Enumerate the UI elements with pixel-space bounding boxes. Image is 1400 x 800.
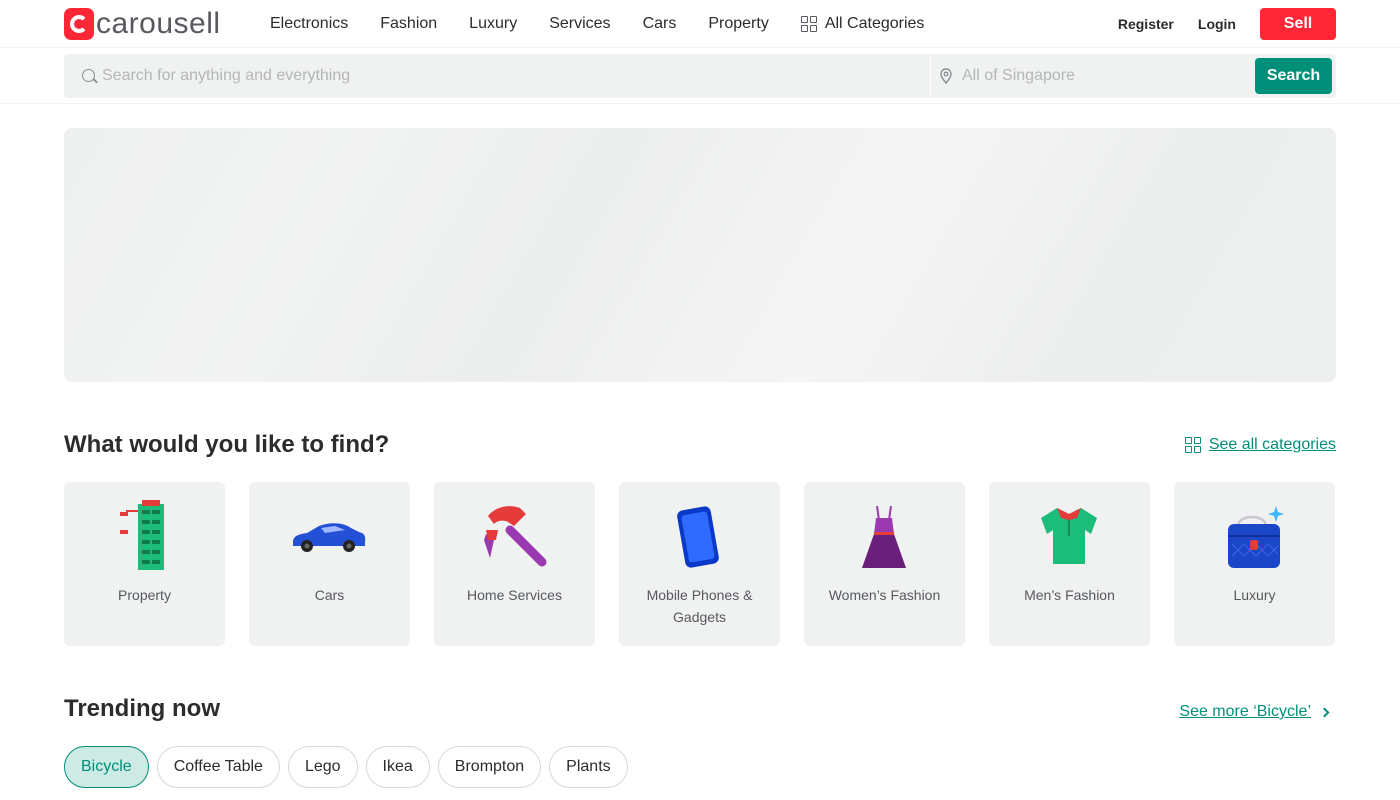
trending-chip-ikea[interactable]: Ikea <box>365 746 430 788</box>
trending-title: Trending now <box>64 695 220 722</box>
logo-mark-icon <box>64 8 94 40</box>
category-card-home-services[interactable]: Home Services <box>434 482 595 646</box>
category-card-luxury[interactable]: Luxury <box>1174 482 1335 646</box>
dress-icon <box>862 505 906 568</box>
chevron-right-icon <box>1319 707 1330 717</box>
shirt-icon <box>1041 508 1097 564</box>
trending-chip-bicycle[interactable]: Bicycle <box>64 746 149 788</box>
category-label: Mobile Phones & Gadgets <box>646 587 753 625</box>
category-card-mobile-phones[interactable]: Mobile Phones & Gadgets <box>619 482 780 646</box>
categories-title: What would you like to find? <box>64 431 390 458</box>
see-more-label: See more ‘Bicycle’ <box>1179 703 1311 720</box>
nav-item-luxury[interactable]: Luxury <box>469 15 517 33</box>
category-card-property[interactable]: Property <box>64 482 225 646</box>
category-label: Home Services <box>467 587 562 603</box>
grid-icon <box>1184 437 1201 453</box>
grid-icon <box>800 16 817 32</box>
building-icon <box>120 500 164 570</box>
auth-actions: Register Login Sell <box>1118 8 1336 40</box>
category-label: Women’s Fashion <box>828 587 941 603</box>
trending-chip-lego[interactable]: Lego <box>287 746 358 788</box>
category-label: Luxury <box>1233 587 1276 603</box>
trending-chips: Bicycle Coffee Table Lego Ikea Brompton … <box>64 746 628 788</box>
search-box: Search <box>64 54 1336 98</box>
see-all-categories-label: See all categories <box>1208 436 1336 453</box>
logo-text: carousell <box>96 7 221 40</box>
sell-button[interactable]: Sell <box>1260 8 1336 40</box>
nav-all-categories[interactable]: All Categories <box>800 15 925 33</box>
category-label: Cars <box>314 587 345 603</box>
handbag-icon <box>1228 506 1284 568</box>
nav-item-cars[interactable]: Cars <box>643 15 677 33</box>
category-card-mens-fashion[interactable]: Men’s Fashion <box>989 482 1150 646</box>
register-link[interactable]: Register <box>1118 16 1174 32</box>
login-link[interactable]: Login <box>1198 16 1236 32</box>
nav-item-property[interactable]: Property <box>708 15 768 33</box>
category-label: Men’s Fashion <box>1024 587 1115 603</box>
hero-banner-placeholder[interactable] <box>64 128 1336 382</box>
search-icon <box>82 69 95 82</box>
phone-icon <box>677 506 719 568</box>
category-card-womens-fashion[interactable]: Women’s Fashion <box>804 482 965 646</box>
car-icon <box>293 523 366 552</box>
hammer-icon <box>484 506 547 567</box>
nav-item-electronics[interactable]: Electronics <box>270 15 348 33</box>
carousell-logo[interactable]: carousell <box>64 8 221 40</box>
location-input[interactable] <box>962 54 1242 98</box>
nav-item-fashion[interactable]: Fashion <box>380 15 437 33</box>
category-nav: Electronics Fashion Luxury Services Cars… <box>270 0 956 48</box>
trending-chip-coffee-table[interactable]: Coffee Table <box>156 746 280 788</box>
category-card-cars[interactable]: Cars <box>249 482 410 646</box>
see-more-trending-link[interactable]: See more ‘Bicycle’ <box>1179 703 1330 721</box>
search-input[interactable] <box>102 54 922 98</box>
category-label: Property <box>118 587 171 603</box>
trending-chip-brompton[interactable]: Brompton <box>437 746 542 788</box>
category-list: Property Cars Home Services Mobile Phone… <box>64 482 1336 646</box>
search-divider <box>930 54 931 98</box>
trending-chip-plants[interactable]: Plants <box>549 746 628 788</box>
search-button[interactable]: Search <box>1255 58 1332 94</box>
see-all-categories-link[interactable]: See all categories <box>1184 436 1336 454</box>
all-categories-label: All Categories <box>824 15 925 32</box>
search-bar-row: Search <box>0 48 1400 104</box>
nav-item-services[interactable]: Services <box>549 15 610 33</box>
location-pin-icon <box>940 68 952 84</box>
top-navbar: carousell Electronics Fashion Luxury Ser… <box>0 0 1400 48</box>
